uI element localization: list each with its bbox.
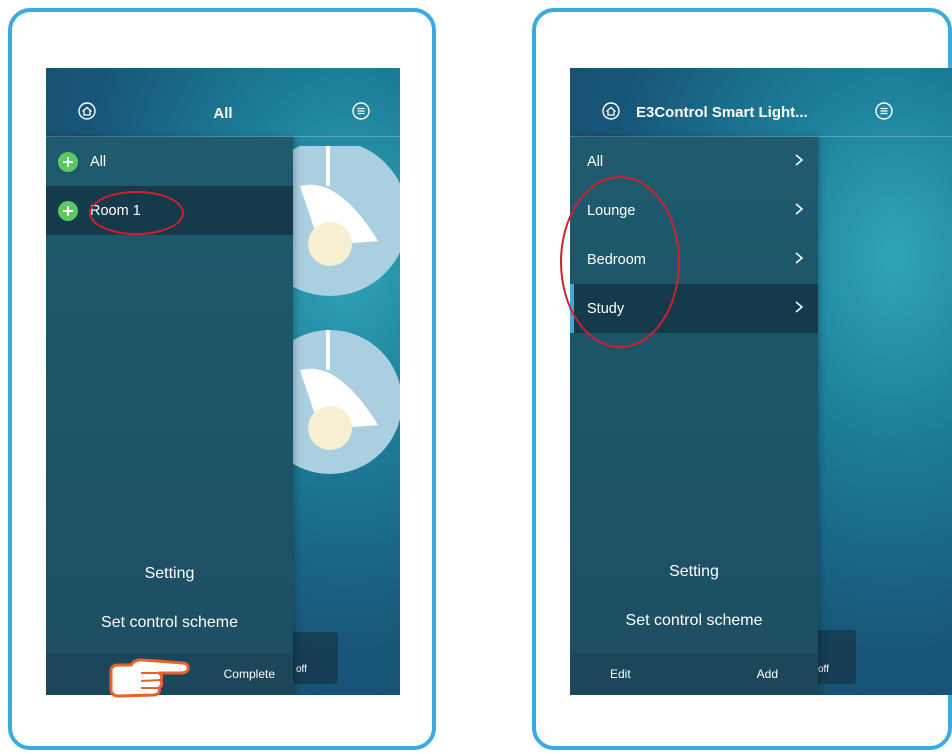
pointing-hand-icon	[109, 658, 190, 698]
setting-button[interactable]: Setting	[570, 563, 818, 581]
right-top-bar: E3Control Smart Light...	[570, 90, 952, 136]
left-top-bar: All	[46, 90, 400, 136]
annotation-ellipse-rooms	[560, 176, 680, 348]
left-phone-screen: All off All Room 1 Setting Set control s…	[46, 68, 400, 695]
plus-icon[interactable]	[58, 151, 78, 172]
annotation-ellipse-room	[89, 191, 184, 235]
set-control-scheme-button[interactable]: Set control scheme	[570, 612, 818, 630]
menu-icon[interactable]	[352, 102, 370, 120]
chevron-right-icon	[795, 301, 804, 313]
edit-button[interactable]: Edit	[610, 667, 631, 681]
chevron-right-icon	[795, 203, 804, 215]
group-item-label: All	[90, 153, 107, 170]
chevron-right-icon	[795, 154, 804, 166]
complete-button[interactable]: Complete	[224, 667, 275, 681]
drawer-bottom-bar: Edit Add	[570, 653, 818, 695]
chevron-right-icon	[795, 252, 804, 264]
plus-icon[interactable]	[58, 200, 78, 221]
add-button[interactable]: Add	[757, 667, 778, 681]
home-icon[interactable]	[602, 102, 620, 120]
menu-icon[interactable]	[875, 102, 893, 120]
set-control-scheme-button[interactable]: Set control scheme	[46, 614, 293, 632]
group-item-all[interactable]: All	[46, 137, 293, 186]
room-item-label: All	[587, 153, 604, 170]
setting-button[interactable]: Setting	[46, 565, 293, 583]
page-title: E3Control Smart Light...	[636, 104, 808, 121]
home-icon[interactable]	[78, 102, 96, 120]
off-label: off	[818, 664, 829, 675]
right-phone-screen: E3Control Smart Light... off All Lounge …	[570, 68, 952, 695]
off-label: off	[296, 664, 307, 675]
page-title: All	[213, 104, 233, 122]
